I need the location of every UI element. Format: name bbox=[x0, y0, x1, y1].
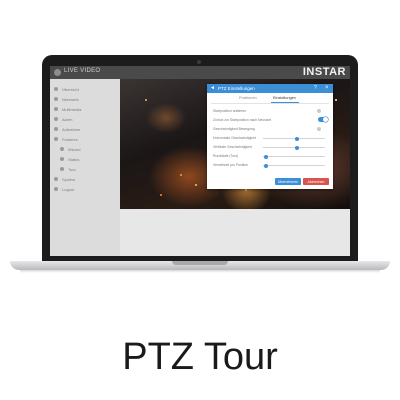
sidebar-item-label: Wizard bbox=[68, 146, 81, 152]
info-icon[interactable] bbox=[317, 127, 321, 131]
recording-icon bbox=[54, 127, 58, 131]
dwell-time-slider[interactable] bbox=[263, 165, 325, 166]
logout-icon bbox=[54, 187, 58, 191]
city-light bbox=[145, 99, 147, 101]
laptop-screen: LIVE VIDEO INSTAR Übersicht Netzwerk Mul… bbox=[50, 66, 350, 256]
vertical-speed-slider[interactable] bbox=[263, 147, 325, 148]
sidebar-item-network[interactable]: Netzwerk bbox=[54, 95, 79, 103]
sidebar-item-label: System bbox=[62, 176, 76, 182]
toggle-knob bbox=[323, 117, 328, 122]
share-icon: ◄ bbox=[210, 85, 215, 91]
city-light bbox=[245, 189, 247, 191]
app-topbar: LIVE VIDEO INSTAR bbox=[50, 66, 350, 79]
slider-handle[interactable] bbox=[295, 145, 300, 150]
page-caption: PTZ Tour bbox=[122, 336, 278, 378]
tour-rounds-slider[interactable] bbox=[263, 156, 325, 157]
webcam-icon bbox=[197, 60, 201, 64]
city-light bbox=[180, 174, 182, 176]
slider-handle[interactable] bbox=[264, 154, 269, 159]
app-logo-icon[interactable] bbox=[54, 69, 61, 76]
sidebar-item-label: Tour bbox=[68, 166, 76, 172]
ptz-settings-dialog: ◄ PTZ Einstellungen ? × Positionen Einst… bbox=[207, 84, 333, 189]
tab-positions[interactable]: Positionen bbox=[239, 96, 257, 100]
setting-label: Geschwindigkeit Bewegung bbox=[213, 127, 255, 131]
sidebar-item-label: Alarm bbox=[62, 116, 73, 122]
setting-label: Startposition anfahren bbox=[213, 109, 247, 113]
setting-label: Rundläufe (Tour) bbox=[213, 154, 239, 158]
sidebar-item-alarm[interactable]: Alarm bbox=[54, 115, 72, 123]
restart-return-toggle[interactable] bbox=[318, 117, 328, 122]
slider-handle[interactable] bbox=[264, 163, 269, 168]
sidebar: Übersicht Netzwerk Multimedia Alarm Aufn… bbox=[50, 79, 120, 256]
sidebar-item-system[interactable]: System bbox=[54, 175, 75, 183]
sidebar-subitem-tour[interactable]: Tour bbox=[60, 165, 76, 173]
setting-label: Vertikale Geschwindigkeit bbox=[213, 145, 252, 149]
sidebar-item-label: Übersicht bbox=[62, 86, 79, 92]
sidebar-item-label: Multimedia bbox=[62, 106, 82, 112]
sidebar-subitem-status[interactable]: Status bbox=[60, 155, 79, 163]
slider-handle[interactable] bbox=[295, 136, 300, 141]
sidebar-item-multimedia[interactable]: Multimedia bbox=[54, 105, 81, 113]
submit-button[interactable]: Übernehmen bbox=[275, 178, 301, 185]
city-light bbox=[160, 194, 162, 196]
cancel-button[interactable]: Abbrechen bbox=[303, 178, 329, 185]
dialog-header: ◄ PTZ Einstellungen ? × bbox=[207, 84, 333, 93]
status-icon bbox=[60, 157, 64, 161]
setting-label: Horizontale Geschwindigkeit bbox=[213, 136, 256, 140]
dialog-title: PTZ Einstellungen bbox=[218, 86, 255, 91]
app-title: LIVE VIDEO bbox=[64, 68, 101, 74]
sidebar-item-recording[interactable]: Aufnahme bbox=[54, 125, 80, 133]
sidebar-item-logout[interactable]: Logout bbox=[54, 185, 74, 193]
setting-label: Verweilzeit pro Position bbox=[213, 163, 249, 167]
city-light bbox=[195, 184, 197, 186]
overview-icon bbox=[54, 87, 58, 91]
city-light bbox=[335, 99, 337, 101]
laptop-shadow bbox=[20, 270, 380, 273]
sidebar-item-label: Netzwerk bbox=[62, 96, 79, 102]
laptop-notch bbox=[172, 261, 228, 265]
close-icon[interactable]: × bbox=[325, 85, 329, 91]
sidebar-item-label: Status bbox=[68, 156, 80, 162]
sidebar-item-overview[interactable]: Übersicht bbox=[54, 85, 79, 93]
setting-label: Zurück zur Startposition nach Neustart bbox=[213, 118, 271, 122]
tour-icon bbox=[60, 167, 64, 171]
network-icon bbox=[54, 97, 58, 101]
sidebar-subitem-wizard[interactable]: Wizard bbox=[60, 145, 80, 153]
info-icon[interactable] bbox=[317, 109, 321, 113]
help-icon[interactable]: ? bbox=[314, 86, 317, 91]
sidebar-item-label: Aufnahme bbox=[62, 126, 81, 132]
horizontal-speed-slider[interactable] bbox=[263, 138, 325, 139]
sidebar-item-label: Features bbox=[62, 136, 78, 142]
tab-settings[interactable]: Einstellungen bbox=[273, 96, 296, 100]
tab-divider bbox=[211, 103, 329, 104]
brand-logo: INSTAR bbox=[302, 66, 346, 78]
features-icon bbox=[54, 137, 58, 141]
sidebar-item-label: Logout bbox=[62, 186, 75, 192]
system-icon bbox=[54, 177, 58, 181]
live-video-feed[interactable]: ◄ PTZ Einstellungen ? × Positionen Einst… bbox=[120, 79, 350, 209]
multimedia-icon bbox=[54, 107, 58, 111]
alarm-icon bbox=[54, 117, 58, 121]
sidebar-item-features[interactable]: Features bbox=[54, 135, 78, 143]
wizard-icon bbox=[60, 147, 64, 151]
